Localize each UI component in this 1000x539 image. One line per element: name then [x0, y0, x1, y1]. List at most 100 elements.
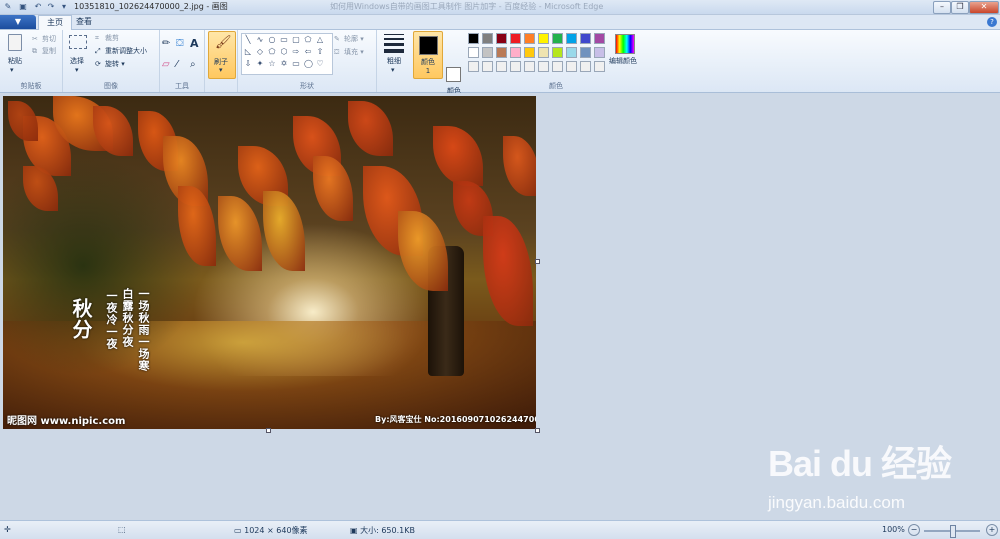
diamond-shape-icon[interactable]: ◇ — [256, 48, 264, 56]
cut-button[interactable]: ✂ 剪切 — [32, 34, 56, 44]
fill-bucket-icon[interactable]: ⛋ — [176, 38, 184, 49]
palette-swatch[interactable] — [482, 33, 493, 44]
palette-swatch[interactable] — [510, 47, 521, 58]
palette-swatch[interactable] — [510, 61, 521, 72]
help-icon[interactable]: ? — [987, 17, 997, 27]
left-arrow-shape-icon[interactable]: ⇦ — [304, 48, 312, 56]
select-button[interactable]: 选择 — [70, 56, 84, 66]
palette-swatch[interactable] — [552, 47, 563, 58]
right-arrow-shape-icon[interactable]: ⇨ — [292, 48, 300, 56]
paint-app-icon[interactable]: ✎ — [3, 2, 13, 11]
line-size-icon[interactable] — [384, 34, 404, 53]
rectangle-shape-icon[interactable]: ▭ — [280, 36, 288, 44]
minimize-button[interactable]: – — [933, 1, 951, 14]
pencil-icon[interactable]: ✏ — [162, 38, 170, 49]
triangle-shape-icon[interactable]: △ — [316, 36, 324, 44]
oval-shape-icon[interactable]: ○ — [268, 36, 276, 44]
palette-swatch[interactable] — [566, 61, 577, 72]
palette-swatch[interactable] — [524, 61, 535, 72]
right-triangle-shape-icon[interactable]: ◺ — [244, 48, 252, 56]
size-button[interactable]: 粗细 — [387, 56, 401, 66]
palette-swatch[interactable] — [552, 61, 563, 72]
resize-button[interactable]: ⤢ 重新调整大小 — [95, 46, 147, 56]
palette-swatch[interactable] — [594, 61, 605, 72]
palette-swatch[interactable] — [580, 47, 591, 58]
edit-colors-button[interactable]: 编辑颜色 — [609, 56, 637, 66]
save-icon[interactable]: ▣ — [18, 2, 28, 11]
canvas-resize-handle-corner[interactable] — [535, 428, 540, 433]
down-arrow-shape-icon[interactable]: ⇩ — [244, 60, 252, 68]
polygon-shape-icon[interactable]: ⬠ — [304, 36, 312, 44]
six-point-star-icon[interactable]: ✡ — [280, 60, 288, 68]
curve-shape-icon[interactable]: ∿ — [256, 36, 264, 44]
dimensions-icon: ▭ — [234, 526, 245, 535]
close-button[interactable]: ✕ — [969, 1, 999, 14]
oval-callout-shape-icon[interactable]: ◯ — [304, 60, 313, 68]
redo-icon[interactable]: ↷ — [46, 2, 56, 11]
palette-swatch[interactable] — [580, 61, 591, 72]
palette-swatch[interactable] — [552, 33, 563, 44]
palette-swatch[interactable] — [566, 33, 577, 44]
palette-swatch[interactable] — [468, 61, 479, 72]
text-tool-icon[interactable]: A — [190, 37, 199, 50]
palette-swatch[interactable] — [594, 33, 605, 44]
undo-icon[interactable]: ↶ — [33, 2, 43, 11]
tab-view[interactable]: 查看 — [68, 15, 100, 29]
palette-swatch[interactable] — [510, 33, 521, 44]
five-point-star-icon[interactable]: ☆ — [268, 60, 276, 68]
palette-swatch[interactable] — [468, 33, 479, 44]
palette-swatch[interactable] — [468, 47, 479, 58]
palette-swatch[interactable] — [538, 47, 549, 58]
zoom-in-button[interactable]: + — [986, 524, 998, 536]
crop-button[interactable]: ⌗ 裁剪 — [95, 33, 119, 43]
palette-swatch[interactable] — [580, 33, 591, 44]
zoom-slider-thumb[interactable] — [950, 525, 956, 538]
palette-swatch[interactable] — [524, 47, 535, 58]
palette-swatch[interactable] — [496, 47, 507, 58]
palette-swatch[interactable] — [496, 33, 507, 44]
four-point-star-icon[interactable]: ✦ — [256, 60, 264, 68]
hexagon-shape-icon[interactable]: ⬡ — [280, 48, 288, 56]
canvas-resize-handle-right[interactable] — [535, 259, 540, 264]
callout-shape-icon[interactable]: ▭ — [292, 60, 300, 68]
image-group-label: 图像 — [104, 82, 118, 90]
paint-menu-button[interactable]: ▼ — [0, 15, 36, 29]
autumn-photo-canvas[interactable]: 秋分 一场秋雨一场寒 白露秋分夜 一夜冷一夜 昵图网 www.nipic.com… — [3, 96, 536, 429]
palette-swatch[interactable] — [482, 61, 493, 72]
pentagon-shape-icon[interactable]: ⬠ — [268, 48, 276, 56]
color-picker-icon[interactable]: ⁄ — [176, 59, 178, 70]
palette-swatch[interactable] — [482, 47, 493, 58]
shapes-gallery[interactable]: ╲ ∿ ○ ▭ ▢ ⬠ △ ◺ ◇ ⬠ ⬡ ⇨ ⇦ ⇧ ⇩ ✦ ☆ ✡ ▭ ◯ … — [241, 33, 333, 75]
poem-line-2: 白露秋分夜 — [121, 288, 134, 348]
palette-swatch[interactable] — [594, 47, 605, 58]
maximize-button[interactable]: ❐ — [951, 1, 969, 14]
paste-dropdown-icon[interactable]: ▾ — [10, 66, 14, 74]
outline-button[interactable]: ✎ 轮廓 ▾ — [334, 34, 364, 44]
canvas-resize-handle-bottom[interactable] — [266, 428, 271, 433]
color1-label: 颜色 1 — [421, 58, 435, 75]
line-shape-icon[interactable]: ╲ — [244, 36, 252, 44]
select-dropdown-icon[interactable]: ▾ — [75, 66, 79, 74]
zoom-out-button[interactable]: − — [908, 524, 920, 536]
copy-button[interactable]: ⧉ 复制 — [32, 46, 56, 56]
size-dropdown-icon[interactable]: ▾ — [391, 66, 395, 74]
brush-button[interactable]: 🖌 刷子 ▾ — [208, 31, 236, 79]
palette-swatch[interactable] — [566, 47, 577, 58]
paste-button[interactable]: 粘贴 — [8, 56, 22, 66]
customize-quick-access-icon[interactable]: ▾ — [59, 2, 69, 11]
palette-swatch[interactable] — [496, 61, 507, 72]
up-arrow-shape-icon[interactable]: ⇧ — [316, 48, 324, 56]
rounded-rect-shape-icon[interactable]: ▢ — [292, 36, 300, 44]
color1-button[interactable]: 颜色 1 — [413, 31, 443, 79]
palette-swatch[interactable] — [538, 33, 549, 44]
status-bar: ✛ ⬚ ▭ 1024 × 640像素 ▣ 大小: 650.1KB 100% − … — [0, 520, 1000, 539]
rotate-button[interactable]: ⟳ 旋转 ▾ — [95, 59, 125, 69]
magnifier-icon[interactable]: ⌕ — [190, 59, 196, 70]
palette-swatch[interactable] — [538, 61, 549, 72]
fill-button[interactable]: ⛋ 填充 ▾ — [334, 47, 364, 57]
heart-shape-icon[interactable]: ♡ — [316, 60, 324, 68]
palette-swatch[interactable] — [524, 33, 535, 44]
eraser-icon[interactable]: ▱ — [162, 59, 170, 70]
zoom-level: 100% — [882, 525, 905, 534]
tab-home[interactable]: 主页 — [38, 15, 72, 31]
